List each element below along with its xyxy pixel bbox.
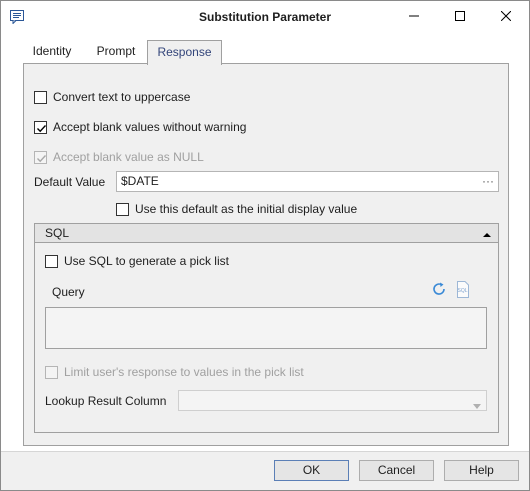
close-icon: [500, 10, 512, 24]
maximize-button[interactable]: [437, 1, 483, 33]
lookup-result-column-select[interactable]: [178, 390, 487, 411]
query-textarea[interactable]: [45, 307, 487, 349]
limit-response-row: Limit user's response to values in the p…: [45, 364, 304, 380]
title-bar[interactable]: Substitution Parameter: [1, 1, 529, 33]
tab-response[interactable]: Response: [147, 40, 222, 65]
convert-uppercase-checkbox[interactable]: [34, 90, 47, 104]
sql-file-icon[interactable]: SQL: [455, 281, 471, 301]
use-sql-checkbox[interactable]: [45, 254, 58, 268]
accept-blank-checkbox[interactable]: [34, 120, 47, 134]
ok-button[interactable]: OK: [274, 460, 349, 481]
checkmark-icon: [37, 154, 47, 162]
tab-identity[interactable]: Identity: [24, 40, 80, 64]
accept-blank-row[interactable]: Accept blank values without warning: [34, 119, 246, 135]
cancel-button[interactable]: Cancel: [359, 460, 434, 481]
help-button[interactable]: Help: [444, 460, 519, 481]
button-bar: OK Cancel Help: [1, 451, 529, 490]
tab-prompt[interactable]: Prompt: [85, 40, 147, 64]
collapse-up-icon[interactable]: [482, 228, 492, 242]
limit-response-checkbox: [45, 365, 58, 379]
sql-group-title: SQL: [45, 226, 70, 240]
default-value-input[interactable]: $DATE ···: [116, 171, 499, 192]
query-label: Query: [52, 285, 85, 299]
checkmark-icon: [37, 124, 47, 132]
convert-uppercase-label: Convert text to uppercase: [53, 90, 191, 104]
refresh-icon[interactable]: [431, 281, 447, 300]
maximize-icon: [455, 10, 465, 24]
accept-null-checkbox: [34, 150, 47, 164]
accept-blank-label: Accept blank values without warning: [53, 120, 247, 134]
minimize-icon: [409, 10, 419, 24]
use-default-initial-label: Use this default as the initial display …: [135, 202, 358, 216]
minimize-button[interactable]: [391, 1, 437, 33]
close-button[interactable]: [483, 1, 529, 33]
accept-null-label: Accept blank value as NULL: [53, 150, 204, 164]
convert-uppercase-row[interactable]: Convert text to uppercase: [34, 89, 190, 105]
use-sql-label: Use SQL to generate a pick list: [64, 254, 229, 268]
lookup-result-column-label: Lookup Result Column: [45, 394, 167, 408]
chevron-down-icon: [473, 398, 481, 412]
svg-text:SQL: SQL: [458, 288, 468, 294]
use-default-initial-checkbox[interactable]: [116, 202, 129, 216]
dialog-window: Substitution Parameter Identity Prompt R…: [0, 0, 530, 491]
response-panel: Convert text to uppercase Accept blank v…: [23, 63, 509, 446]
sql-group-header[interactable]: SQL: [35, 224, 498, 243]
default-value-label: Default Value: [34, 175, 106, 189]
tab-control: Identity Prompt Response Convert text to…: [1, 33, 529, 451]
sql-group: SQL Use SQL to generate a pick list Quer…: [34, 223, 499, 433]
use-sql-row[interactable]: Use SQL to generate a pick list: [45, 253, 229, 269]
accept-null-row: Accept blank value as NULL: [34, 149, 204, 165]
limit-response-label: Limit user's response to values in the p…: [64, 365, 304, 379]
browse-ellipsis-button[interactable]: ···: [482, 172, 494, 191]
default-value-text: $DATE: [121, 174, 159, 188]
use-default-initial-row[interactable]: Use this default as the initial display …: [116, 201, 357, 217]
